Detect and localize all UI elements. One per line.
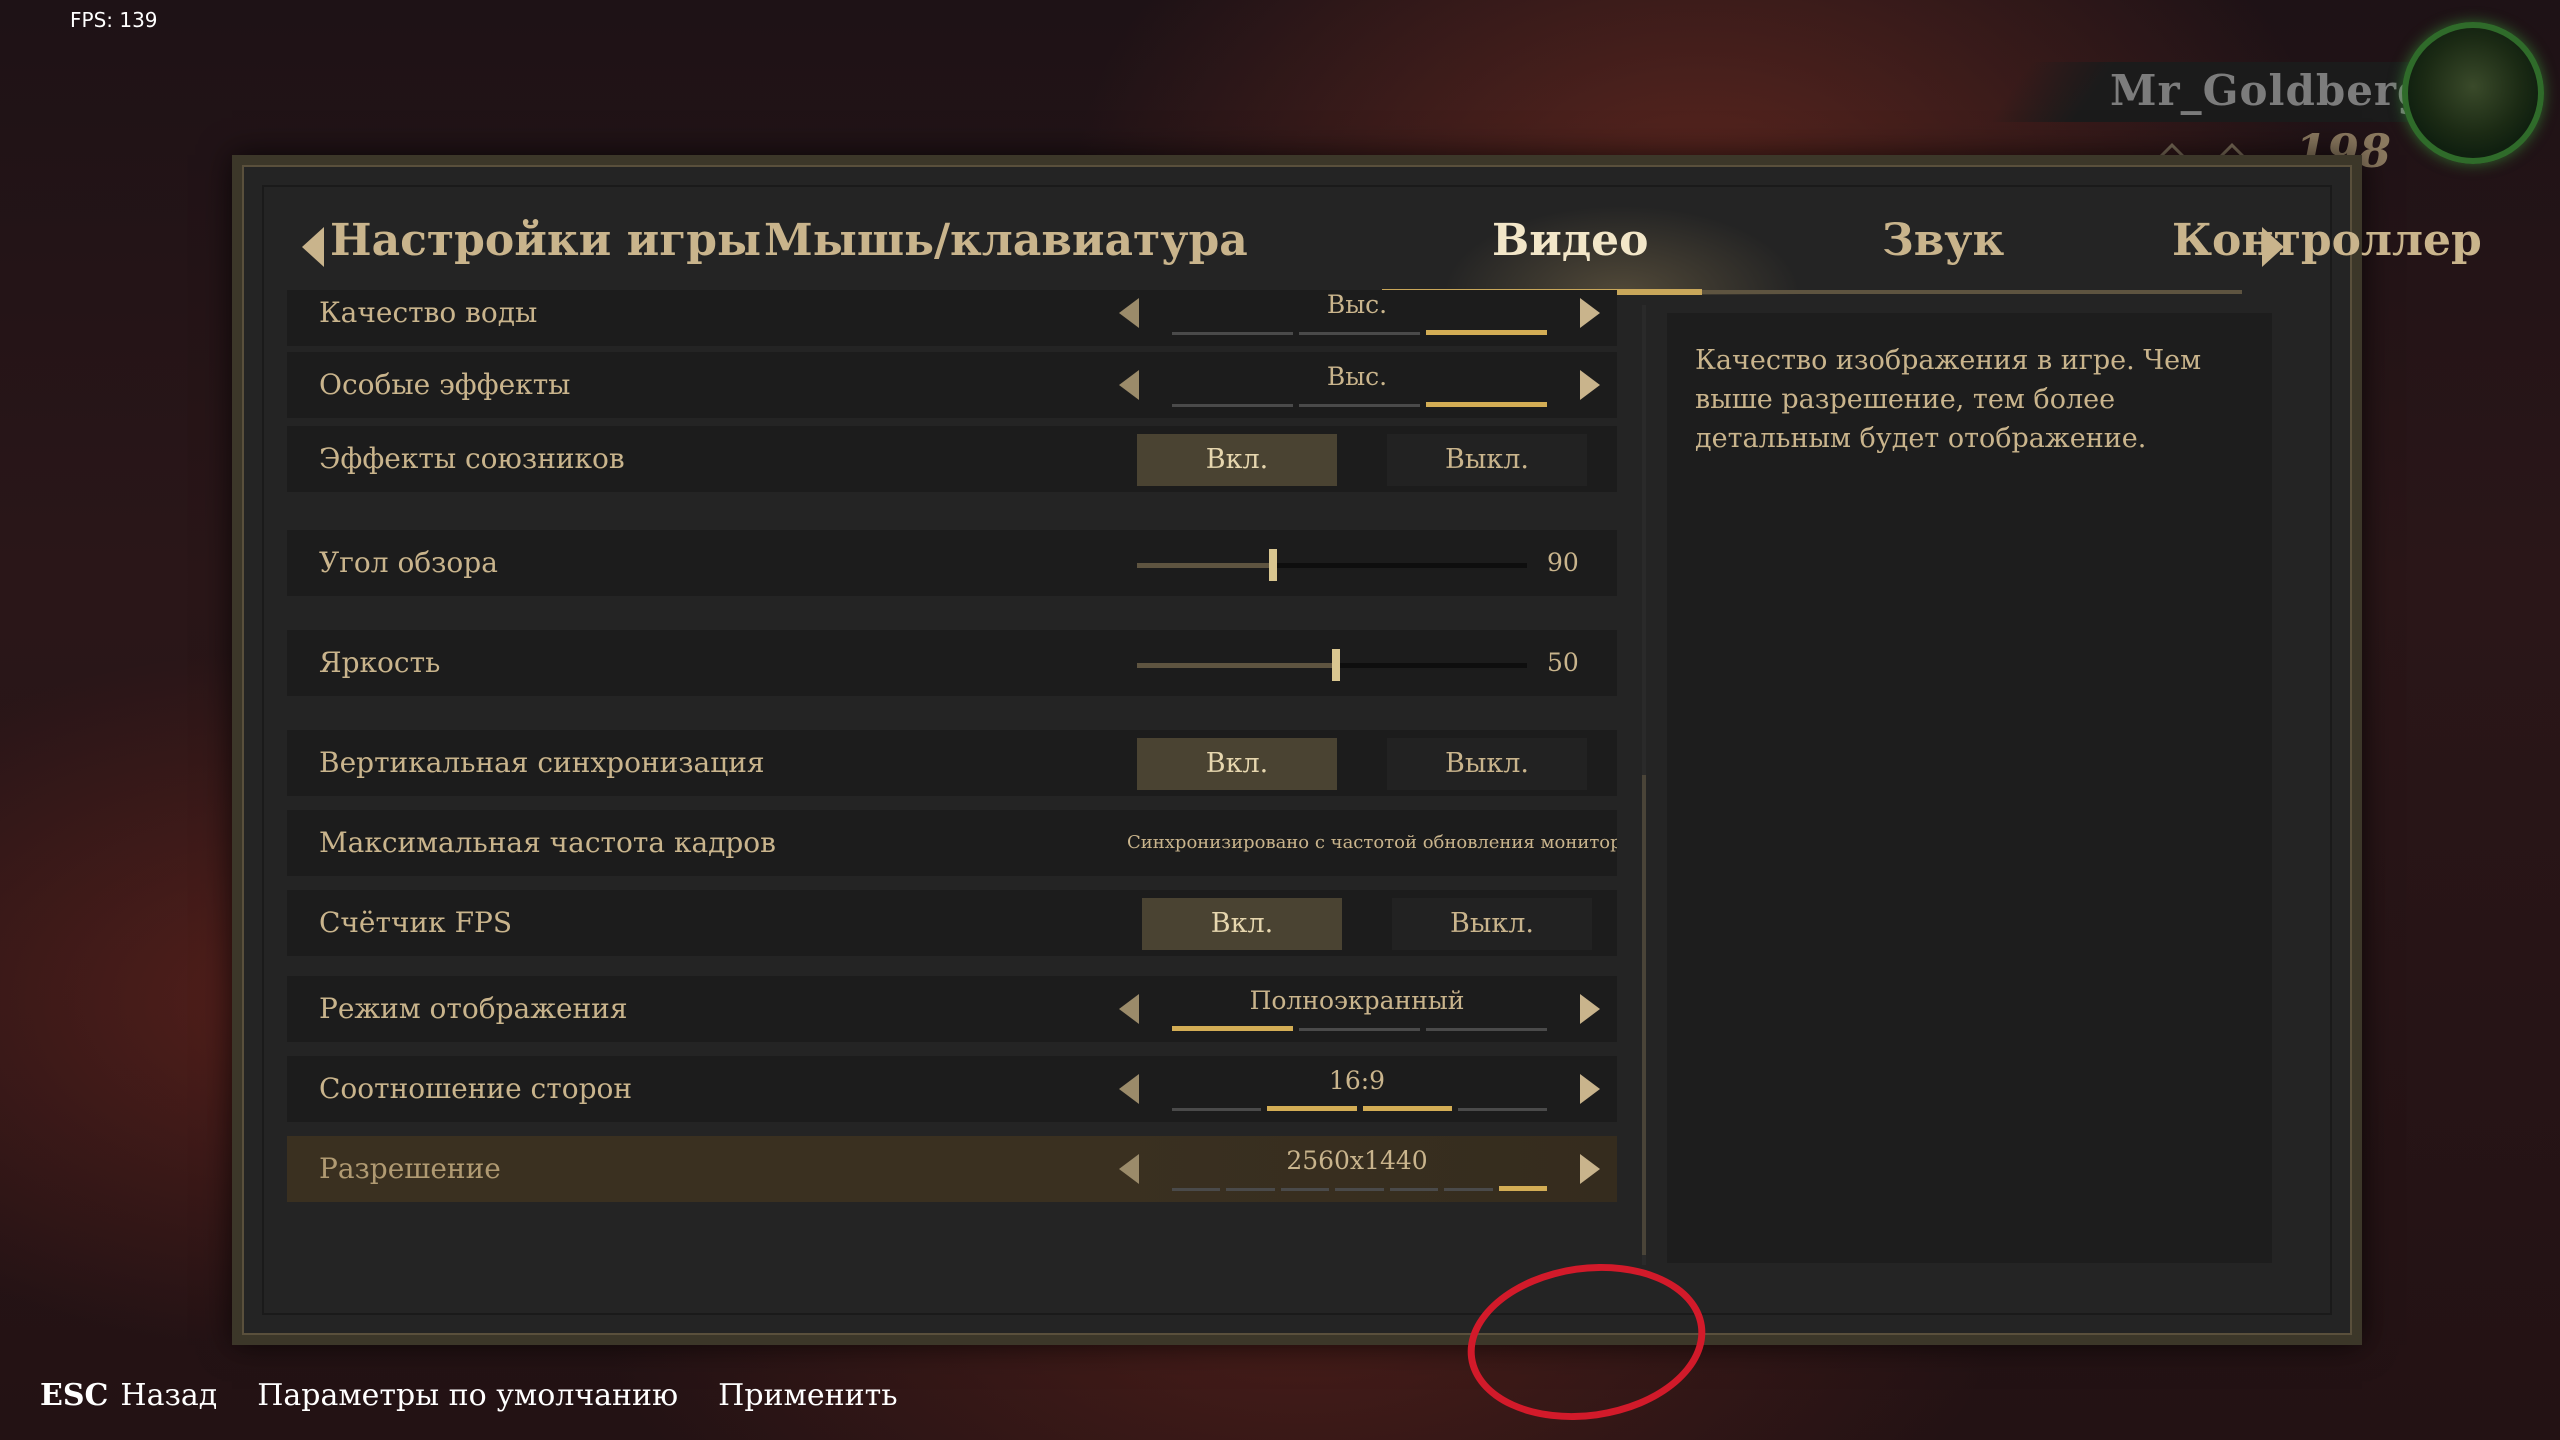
setting-ally-effects: Эффекты союзников Вкл. Выкл. bbox=[287, 426, 1617, 492]
prev-option-arrow-icon[interactable] bbox=[1119, 1074, 1139, 1104]
setting-value: Полноэкранный bbox=[1249, 986, 1465, 1015]
slider-handle[interactable] bbox=[1332, 649, 1340, 681]
setting-label: Соотношение сторон bbox=[319, 1072, 633, 1105]
setting-max-fps[interactable]: Максимальная частота кадров Синхронизиро… bbox=[287, 810, 1617, 876]
slider-value: 90 bbox=[1547, 548, 1579, 577]
next-option-arrow-icon[interactable] bbox=[1580, 1074, 1600, 1104]
next-option-arrow-icon[interactable] bbox=[1580, 298, 1600, 328]
tab-controller[interactable]: Контроллер bbox=[2172, 215, 2482, 266]
tab-mouse-keyboard[interactable]: Мышь/клавиатура bbox=[764, 215, 1248, 266]
fov-slider[interactable] bbox=[1137, 549, 1527, 581]
fps-counter-on-button[interactable]: Вкл. bbox=[1142, 898, 1342, 950]
setting-label: Угол обзора bbox=[319, 546, 498, 579]
fps-counter-overlay: FPS: 139 bbox=[70, 8, 158, 32]
description-text: Качество изображения в игре. Чем выше ра… bbox=[1695, 345, 2202, 454]
prev-option-arrow-icon[interactable] bbox=[1119, 298, 1139, 328]
prev-option-arrow-icon[interactable] bbox=[1119, 994, 1139, 1024]
player-avatar-icon[interactable] bbox=[2402, 22, 2544, 164]
option-indicator bbox=[1172, 1186, 1547, 1192]
setting-water-quality[interactable]: Качество воды Выс. bbox=[287, 290, 1617, 346]
option-indicator bbox=[1172, 1026, 1547, 1032]
setting-value: Выс. bbox=[1326, 290, 1388, 319]
setting-display-mode[interactable]: Режим отображения Полноэкранный bbox=[287, 976, 1617, 1042]
setting-aspect-ratio[interactable]: Соотношение сторон 16:9 bbox=[287, 1056, 1617, 1122]
next-option-arrow-icon[interactable] bbox=[1580, 1154, 1600, 1184]
prev-option-arrow-icon[interactable] bbox=[1119, 1154, 1139, 1184]
esc-key-hint: ESC bbox=[40, 1378, 109, 1413]
tab-next-arrow-icon[interactable] bbox=[2262, 227, 2284, 267]
brightness-slider[interactable] bbox=[1137, 649, 1527, 681]
setting-label: Качество воды bbox=[319, 296, 538, 329]
vsync-on-button[interactable]: Вкл. bbox=[1137, 738, 1337, 790]
tab-prev-arrow-icon[interactable] bbox=[302, 227, 324, 267]
setting-label: Эффекты союзников bbox=[319, 442, 625, 475]
setting-label: Яркость bbox=[319, 646, 441, 679]
vsync-off-button[interactable]: Выкл. bbox=[1387, 738, 1587, 790]
prev-option-arrow-icon[interactable] bbox=[1119, 370, 1139, 400]
slider-handle[interactable] bbox=[1269, 549, 1277, 581]
apply-button[interactable]: Применить bbox=[718, 1378, 897, 1413]
next-option-arrow-icon[interactable] bbox=[1580, 994, 1600, 1024]
player-name: Mr_Goldberg bbox=[2110, 66, 2428, 115]
ally-effects-on-button[interactable]: Вкл. bbox=[1137, 434, 1337, 486]
scrollbar-thumb[interactable] bbox=[1642, 775, 1646, 1255]
setting-vsync: Вертикальная синхронизация Вкл. Выкл. bbox=[287, 730, 1617, 796]
option-indicator bbox=[1172, 1106, 1547, 1112]
ally-effects-off-button[interactable]: Выкл. bbox=[1387, 434, 1587, 486]
setting-label: Особые эффекты bbox=[319, 368, 571, 401]
tab-bar: Настройки игры Мышь/клавиатура Видео Зву… bbox=[302, 205, 2482, 295]
setting-label: Разрешение bbox=[319, 1152, 501, 1185]
setting-value: Выс. bbox=[1326, 362, 1388, 391]
setting-label: Максимальная частота кадров bbox=[319, 826, 776, 859]
slider-fill bbox=[1137, 663, 1332, 668]
setting-fps-counter: Счётчик FPS Вкл. Выкл. bbox=[287, 890, 1617, 956]
slider-fill bbox=[1137, 563, 1273, 568]
fps-counter-off-button[interactable]: Выкл. bbox=[1392, 898, 1592, 950]
settings-panel: Настройки игры Мышь/клавиатура Видео Зву… bbox=[232, 155, 2482, 1435]
tab-video[interactable]: Видео bbox=[1492, 215, 1649, 266]
setting-brightness: Яркость 50 bbox=[287, 630, 1617, 696]
setting-special-effects[interactable]: Особые эффекты Выс. bbox=[287, 352, 1617, 418]
option-indicator bbox=[1172, 402, 1547, 408]
back-button[interactable]: Назад bbox=[120, 1378, 217, 1413]
settings-list: Качество воды Выс. Особые эффекты Выс. Э… bbox=[287, 290, 1617, 1290]
setting-label: Режим отображения bbox=[319, 992, 628, 1025]
tab-sound[interactable]: Звук bbox=[1882, 215, 2004, 266]
setting-value: 2560x1440 bbox=[1286, 1146, 1428, 1175]
settings-scrollbar[interactable] bbox=[1642, 305, 1646, 1265]
setting-label: Вертикальная синхронизация bbox=[319, 746, 765, 779]
footer-bar: ESC Назад Параметры по умолчанию Применить bbox=[40, 1378, 938, 1413]
option-indicator bbox=[1172, 330, 1547, 336]
setting-resolution[interactable]: Разрешение 2560x1440 bbox=[287, 1136, 1617, 1202]
next-option-arrow-icon[interactable] bbox=[1580, 370, 1600, 400]
defaults-button[interactable]: Параметры по умолчанию bbox=[257, 1378, 678, 1413]
description-panel: Качество изображения в игре. Чем выше ра… bbox=[1667, 313, 2272, 1263]
setting-fov: Угол обзора 90 bbox=[287, 530, 1617, 596]
tab-game-settings[interactable]: Настройки игры bbox=[330, 215, 761, 266]
setting-label: Счётчик FPS bbox=[319, 906, 513, 939]
slider-value: 50 bbox=[1547, 648, 1579, 677]
setting-value: 16:9 bbox=[1328, 1066, 1386, 1095]
setting-value: Синхронизировано с частотой обновления м… bbox=[1127, 832, 1617, 853]
